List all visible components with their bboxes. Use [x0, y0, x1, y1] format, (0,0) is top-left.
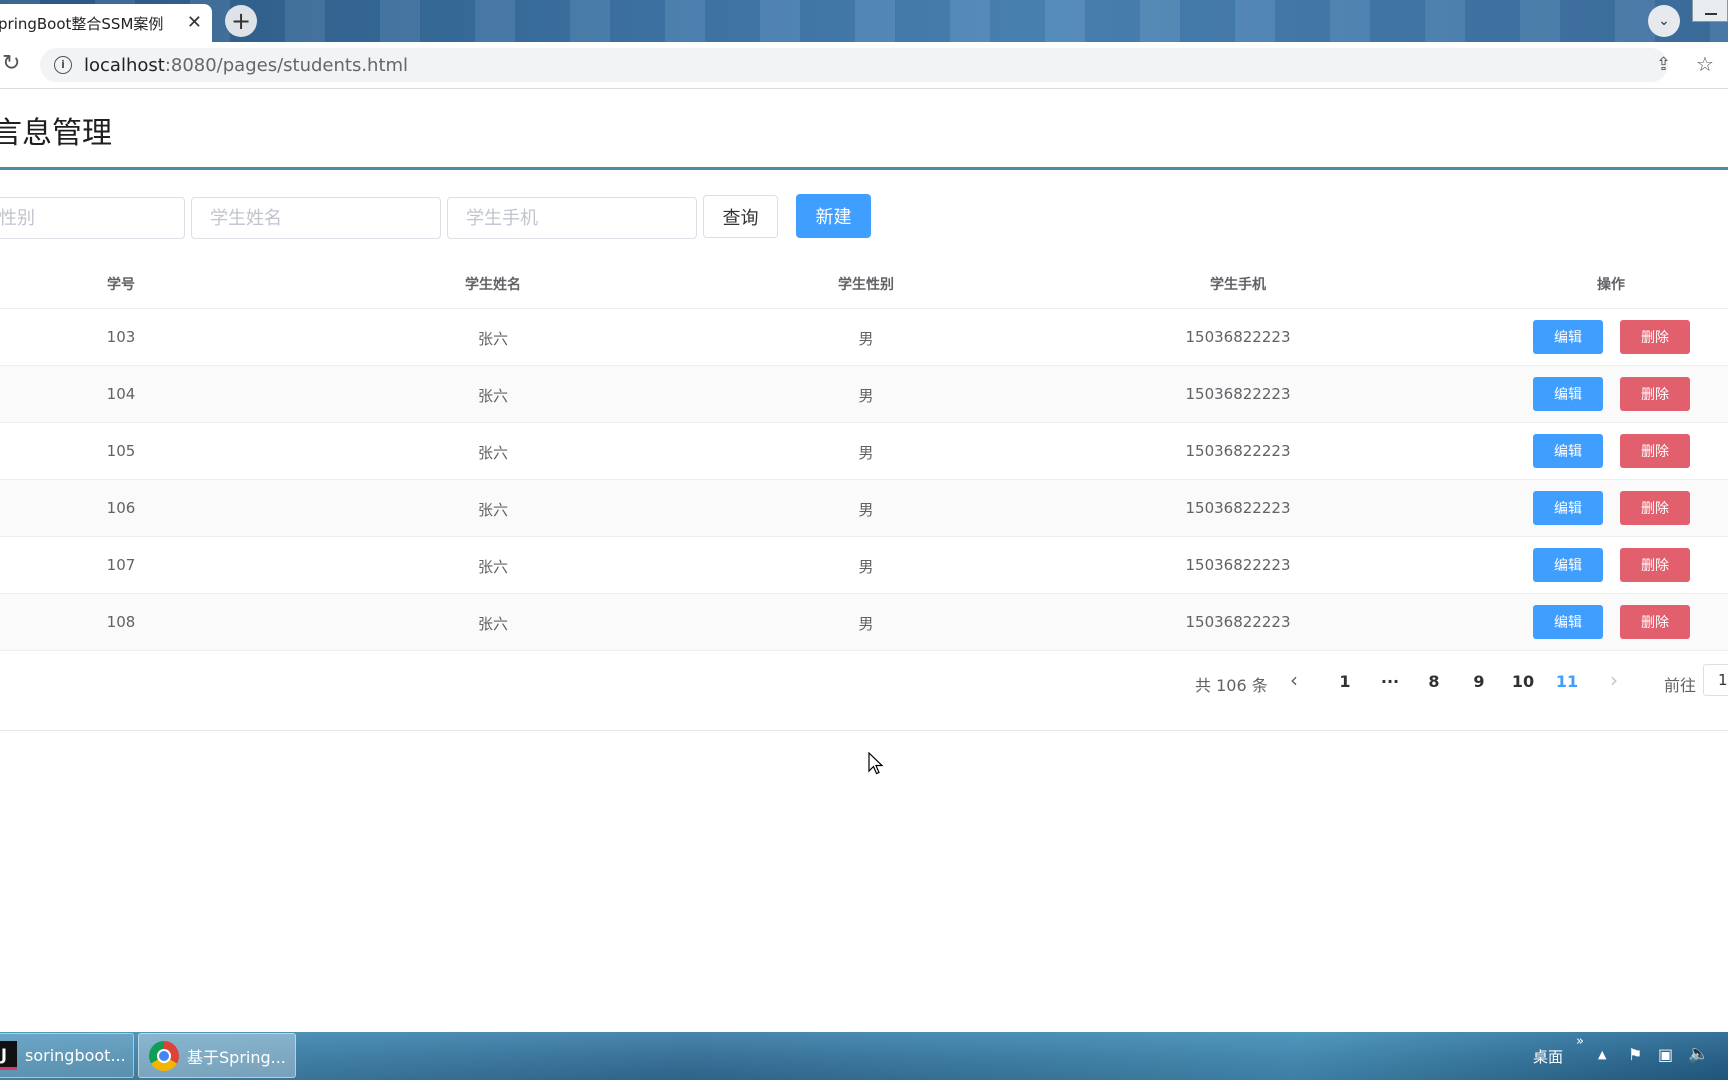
next-page-icon[interactable]: › — [1610, 668, 1618, 692]
cell-name: 张六 — [477, 501, 509, 519]
cell-phone: 15036822223 — [1185, 613, 1291, 631]
cell-phone: 15036822223 — [1185, 556, 1291, 574]
page-9[interactable]: 9 — [1473, 672, 1484, 691]
taskbar-item-chrome[interactable]: 基于Spring... — [138, 1033, 296, 1078]
page-8[interactable]: 8 — [1428, 672, 1439, 691]
cell-gender: 男 — [858, 330, 874, 348]
cell-id: 103 — [106, 328, 136, 346]
edit-button[interactable]: 编辑 — [1533, 377, 1603, 411]
info-icon[interactable]: i — [54, 56, 72, 74]
minimize-button[interactable] — [1692, 0, 1728, 22]
cell-id: 105 — [106, 442, 136, 460]
table-header: 学号 学生姓名 学生性别 学生手机 操作 — [0, 258, 1728, 309]
name-filter-input[interactable] — [191, 197, 441, 239]
cell-gender: 男 — [858, 501, 874, 519]
table-row: 108 张六 男 15036822223 编辑 删除 — [0, 594, 1728, 651]
volume-icon[interactable]: 🔈 — [1688, 1044, 1709, 1064]
cell-name: 张六 — [477, 444, 509, 462]
cell-id: 106 — [106, 499, 136, 517]
cell-gender: 男 — [858, 387, 874, 405]
page-1[interactable]: 1 — [1339, 672, 1350, 691]
cell-name: 张六 — [477, 615, 509, 633]
show-hidden-icons-icon[interactable]: ▲ — [1598, 1048, 1606, 1061]
close-tab-icon[interactable]: ✕ — [187, 12, 202, 33]
reload-icon[interactable]: ↻ — [2, 51, 20, 76]
goto-label: 前往 — [1664, 676, 1697, 695]
table-row: 107 张六 男 15036822223 编辑 删除 — [0, 537, 1728, 594]
pagination: 共 106 条 ‹ 1 ··· 8 9 10 11 › 前往 — [0, 660, 1728, 704]
cell-phone: 15036822223 — [1185, 499, 1291, 517]
cell-phone: 15036822223 — [1185, 328, 1291, 346]
query-button[interactable]: 查询 — [703, 195, 778, 238]
network-icon[interactable]: ▣ — [1658, 1045, 1673, 1064]
delete-button[interactable]: 删除 — [1620, 377, 1690, 411]
cell-phone: 15036822223 — [1185, 385, 1291, 403]
url-text: localhost:8080/pages/students.html — [84, 55, 408, 76]
page-11-current[interactable]: 11 — [1556, 672, 1578, 691]
url-path: :8080/pages/students.html — [164, 54, 409, 76]
page-ellipsis[interactable]: ··· — [1381, 672, 1399, 691]
header-gender: 学生性别 — [838, 277, 894, 293]
cell-name: 张六 — [477, 387, 509, 405]
cell-gender: 男 — [858, 444, 874, 462]
table-row: 104 张六 男 15036822223 编辑 删除 — [0, 366, 1728, 423]
cell-gender: 男 — [858, 615, 874, 633]
desktop-toolbar-label[interactable]: 桌面 — [1533, 1046, 1563, 1067]
tab-search-chevron-icon[interactable]: ⌄ — [1648, 5, 1680, 37]
students-table: 学号 学生姓名 学生性别 学生手机 操作 103 张六 男 1503682222… — [0, 258, 1728, 651]
cell-gender: 男 — [858, 558, 874, 576]
table-row: 106 张六 男 15036822223 编辑 删除 — [0, 480, 1728, 537]
cell-name: 张六 — [477, 558, 509, 576]
header-phone: 学生手机 — [1210, 277, 1266, 293]
browser-tab[interactable]: pringBoot整合SSM案例 ✕ — [0, 4, 212, 42]
edit-button[interactable]: 编辑 — [1533, 491, 1603, 525]
cell-id: 108 — [106, 613, 136, 631]
browser-toolbar: ↻ i localhost:8080/pages/students.html ⇪… — [0, 42, 1728, 89]
content-divider — [0, 730, 1728, 731]
header-divider — [0, 167, 1728, 170]
new-tab-button[interactable]: + — [225, 5, 257, 37]
tab-title: pringBoot整合SSM案例 — [0, 14, 164, 33]
chrome-icon — [149, 1040, 179, 1071]
url-host: localhost — [84, 54, 165, 76]
phone-filter-input[interactable] — [447, 197, 697, 239]
header-actions: 操作 — [1597, 277, 1625, 293]
delete-button[interactable]: 删除 — [1620, 491, 1690, 525]
delete-button[interactable]: 删除 — [1620, 548, 1690, 582]
table-row: 103 张六 男 15036822223 编辑 删除 — [0, 309, 1728, 366]
cell-id: 107 — [106, 556, 136, 574]
windows-taskbar: J soringboot... 基于Spring... 桌面 » ▲ ⚑ ▣ 🔈 — [0, 1032, 1728, 1080]
cell-id: 104 — [106, 385, 136, 403]
edit-button[interactable]: 编辑 — [1533, 320, 1603, 354]
bookmark-star-icon[interactable]: ☆ — [1696, 52, 1714, 76]
gender-filter-input[interactable] — [0, 197, 185, 239]
page-title: 言息管理 — [0, 116, 112, 151]
browser-tab-strip: pringBoot整合SSM案例 ✕ + ⌄ — [0, 0, 1728, 42]
delete-button[interactable]: 删除 — [1620, 320, 1690, 354]
taskbar-item-label: soringboot... — [25, 1046, 126, 1065]
taskbar-item-label: 基于Spring... — [187, 1047, 286, 1067]
edit-button[interactable]: 编辑 — [1533, 548, 1603, 582]
intellij-icon: J — [0, 1041, 17, 1070]
new-button[interactable]: 新建 — [796, 194, 871, 238]
goto-page-input[interactable] — [1703, 664, 1728, 696]
taskbar-item-intellij[interactable]: J soringboot... — [0, 1033, 134, 1078]
header-name: 学生姓名 — [465, 277, 521, 293]
cell-phone: 15036822223 — [1185, 442, 1291, 460]
delete-button[interactable]: 删除 — [1620, 605, 1690, 639]
toolbar-expand-icon[interactable]: » — [1576, 1034, 1584, 1049]
prev-page-icon[interactable]: ‹ — [1290, 668, 1298, 692]
total-count: 共 106 条 — [1195, 676, 1268, 695]
edit-button[interactable]: 编辑 — [1533, 434, 1603, 468]
address-bar[interactable]: i localhost:8080/pages/students.html — [40, 48, 1668, 82]
cell-name: 张六 — [477, 330, 509, 348]
page-10[interactable]: 10 — [1512, 672, 1534, 691]
table-row: 105 张六 男 15036822223 编辑 删除 — [0, 423, 1728, 480]
action-center-flag-icon[interactable]: ⚑ — [1628, 1045, 1642, 1064]
edit-button[interactable]: 编辑 — [1533, 605, 1603, 639]
share-icon[interactable]: ⇪ — [1656, 54, 1671, 75]
header-id: 学号 — [107, 277, 135, 293]
delete-button[interactable]: 删除 — [1620, 434, 1690, 468]
